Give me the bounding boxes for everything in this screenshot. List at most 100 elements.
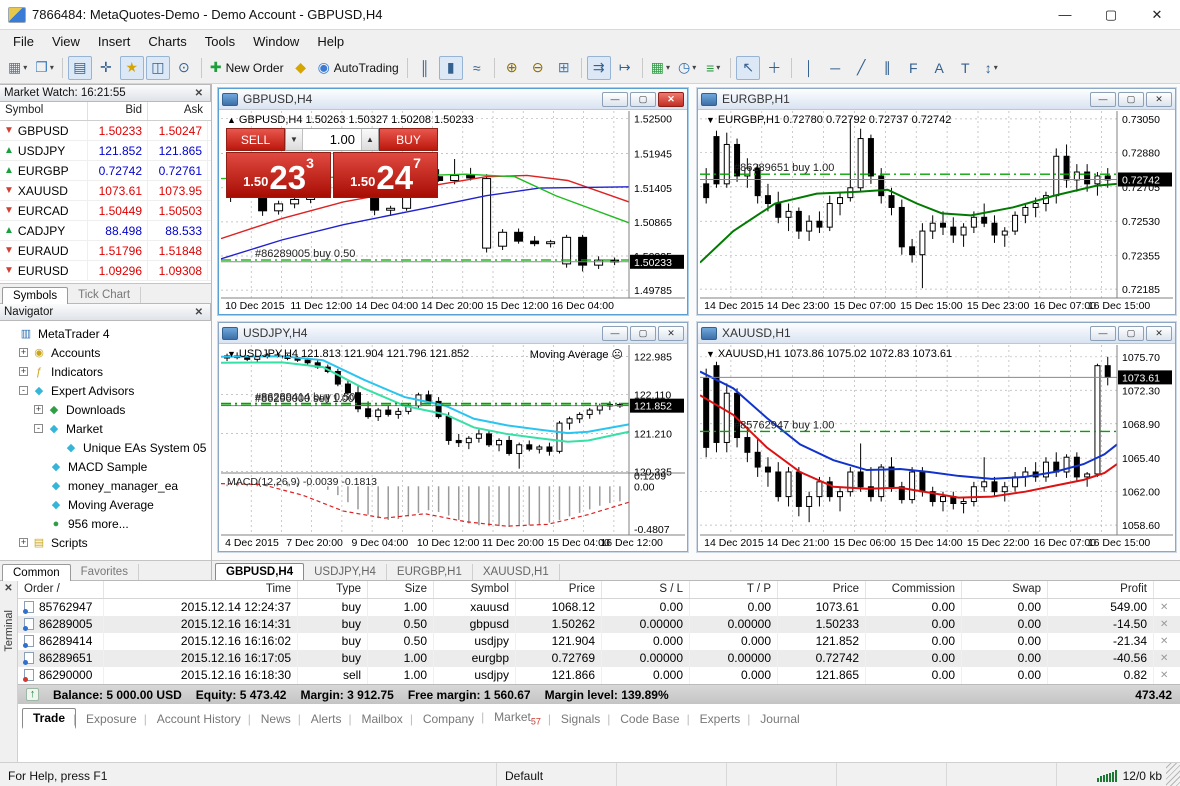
column-header-order-[interactable]: Order / xyxy=(18,581,104,598)
column-header-t-p[interactable]: T / P xyxy=(690,581,778,598)
market-watch-close-icon[interactable]: ✕ xyxy=(192,88,206,99)
templates-button[interactable]: ▦ ▾ xyxy=(648,56,673,80)
chart-close-icon[interactable]: ✕ xyxy=(658,325,684,341)
navigator-item-macd-sample[interactable]: ◆ MACD Sample xyxy=(4,457,211,476)
metaeditor-button[interactable]: ◆ xyxy=(289,56,313,80)
menu-insert[interactable]: Insert xyxy=(89,32,140,51)
candlestick-toggle[interactable]: ▮ xyxy=(438,55,463,80)
chart-minimize-icon[interactable]: — xyxy=(1090,91,1116,107)
chart-close-icon[interactable]: ✕ xyxy=(1146,91,1172,107)
chart-tab-usdjpy-h4[interactable]: USDJPY,H4 xyxy=(304,564,387,580)
chart-tab-eurgbp-h1[interactable]: EURGBP,H1 xyxy=(387,564,473,580)
navigator-item-downloads[interactable]: + ◆ Downloads xyxy=(4,400,211,419)
terminal-tab-mailbox[interactable]: Mailbox xyxy=(348,710,412,728)
status-profile[interactable]: Default xyxy=(497,763,617,786)
close-order-icon[interactable]: ✕ xyxy=(1154,653,1168,664)
column-header-s-l[interactable]: S / L xyxy=(602,581,690,598)
navigator-item-money-manager-ea[interactable]: ◆ money_manager_ea xyxy=(4,476,211,495)
menu-file[interactable]: File xyxy=(4,32,43,51)
arrows-button[interactable]: ↕ ▾ xyxy=(979,56,1003,80)
volume-input[interactable]: 1.00 xyxy=(303,129,361,150)
navigator-item-scripts[interactable]: + ▤ Scripts xyxy=(4,533,211,552)
chart-restore-icon[interactable]: ▢ xyxy=(1118,91,1144,107)
chart-minimize-icon[interactable]: — xyxy=(602,325,628,341)
bar-chart-toggle[interactable]: ║ xyxy=(413,56,437,80)
market-watch-row-cadjpy[interactable]: ▲ CADJPY 88.498 88.533 xyxy=(0,221,211,241)
close-order-icon[interactable]: ✕ xyxy=(1154,670,1168,681)
terminal-close-icon[interactable]: ✕ xyxy=(4,581,12,596)
chart-close-icon[interactable]: ✕ xyxy=(1146,325,1172,341)
zoom-out-button[interactable]: ⊖ xyxy=(526,56,550,80)
terminal-tab-account-history[interactable]: Account History xyxy=(144,710,251,728)
chart-window-eurgbp-titlebar[interactable]: EURGBP,H1 — ▢ ✕ xyxy=(698,89,1175,110)
column-header-symbol[interactable]: Symbol xyxy=(434,581,516,598)
column-header-commission[interactable]: Commission xyxy=(866,581,962,598)
line-chart-toggle[interactable]: ≈ xyxy=(465,56,489,80)
market-watch-row-eurgbp[interactable]: ▲ EURGBP 0.72742 0.72761 xyxy=(0,161,211,181)
menu-window[interactable]: Window xyxy=(244,32,308,51)
navigator-item-956-more-[interactable]: ● 956 more... xyxy=(4,514,211,533)
column-header-price[interactable]: Price xyxy=(516,581,602,598)
chart-canvas-eurgbp[interactable]: #86289651 buy 1.00 0.73050 0.72880 0.72705 0… xyxy=(700,111,1173,312)
expand-icon[interactable]: + xyxy=(19,538,28,547)
terminal-tab-alerts[interactable]: Alerts xyxy=(298,710,352,728)
collapse-icon[interactable]: - xyxy=(34,424,43,433)
periods-button[interactable]: ◷ ▾ xyxy=(675,56,699,80)
terminal-tab-news[interactable]: News xyxy=(248,710,301,728)
column-header-swap[interactable]: Swap xyxy=(962,581,1048,598)
expand-icon[interactable]: + xyxy=(19,348,28,357)
tab-common[interactable]: Common xyxy=(2,564,71,581)
close-order-icon[interactable]: ✕ xyxy=(1154,619,1168,630)
menu-tools[interactable]: Tools xyxy=(196,32,244,51)
chart-canvas-xauusd[interactable]: #85762947 buy 1.00 1075.70 1072.30 1068.90 1… xyxy=(700,345,1173,549)
chart-tab-gbpusd-h4[interactable]: GBPUSD,H4 xyxy=(215,563,305,580)
tab-favorites[interactable]: Favorites xyxy=(71,564,139,580)
chart-restore-icon[interactable]: ▢ xyxy=(630,325,656,341)
column-header-profit[interactable]: Profit xyxy=(1048,581,1154,598)
order-row-86289651[interactable]: 86289651 2015.12.16 16:17:05 buy 1.00 eurgbp… xyxy=(18,650,1180,667)
terminal-tab-journal[interactable]: Journal xyxy=(747,710,809,728)
tile-windows-button[interactable]: ⊞ xyxy=(552,56,576,80)
navigator-item-metatrader-4[interactable]: ▥ MetaTrader 4 xyxy=(4,324,211,343)
market-watch-row-eurusd[interactable]: ▼ EURUSD 1.09296 1.09308 xyxy=(0,261,211,281)
navigator-item-expert-advisors[interactable]: - ◆ Expert Advisors xyxy=(4,381,211,400)
navigator-item-market[interactable]: - ◆ Market xyxy=(4,419,211,438)
chart-minimize-icon[interactable]: — xyxy=(602,91,628,107)
market-watch-row-gbpusd[interactable]: ▼ GBPUSD 1.50233 1.50247 xyxy=(0,121,211,141)
terminal-tab-code-base[interactable]: Code Base xyxy=(607,710,689,728)
fibonacci-button[interactable]: F xyxy=(901,56,925,80)
navigator-item-moving-average[interactable]: ◆ Moving Average xyxy=(4,495,211,514)
navigator-item-accounts[interactable]: + ◉ Accounts xyxy=(4,343,211,362)
menu-view[interactable]: View xyxy=(43,32,89,51)
order-row-86289005[interactable]: 86289005 2015.12.16 16:14:31 buy 0.50 gbpusd… xyxy=(18,616,1180,633)
terminal-tab-market[interactable]: Market57 xyxy=(481,708,551,728)
terminal-toggle[interactable]: ◫ xyxy=(145,55,170,80)
volume-up-icon[interactable]: ▲ xyxy=(361,129,378,150)
data-window-toggle[interactable]: ✛ xyxy=(94,56,118,80)
label-button[interactable]: T xyxy=(953,56,977,80)
terminal-tab-exposure[interactable]: Exposure xyxy=(73,710,147,728)
cursor-button[interactable]: ↖ xyxy=(736,55,761,80)
channel-button[interactable]: ∥ xyxy=(875,56,899,80)
navigator-item-unique-eas-system-05[interactable]: ◆ Unique EAs System 05 xyxy=(4,438,211,457)
new-order-button[interactable]: ✚ New Order xyxy=(207,56,287,80)
chart-shift-toggle[interactable]: ↦ xyxy=(613,56,637,80)
buy-price-panel[interactable]: 1.50 24 7 xyxy=(333,152,438,198)
order-row-86289414[interactable]: 86289414 2015.12.16 16:16:02 buy 0.50 usdjpy… xyxy=(18,633,1180,650)
column-header-time[interactable]: Time xyxy=(104,581,298,598)
market-watch-row-usdjpy[interactable]: ▲ USDJPY 121.852 121.865 xyxy=(0,141,211,161)
collapse-icon[interactable]: - xyxy=(19,386,28,395)
market-watch-row-xauusd[interactable]: ▼ XAUUSD 1073.61 1073.95 xyxy=(0,181,211,201)
chart-restore-icon[interactable]: ▢ xyxy=(1118,325,1144,341)
expand-icon[interactable]: + xyxy=(19,367,28,376)
zoom-in-button[interactable]: ⊕ xyxy=(500,56,524,80)
close-order-icon[interactable]: ✕ xyxy=(1154,602,1168,613)
volume-down-icon[interactable]: ▼ xyxy=(286,129,303,150)
crosshair-button[interactable]: ＋ xyxy=(762,56,786,80)
navigator-toggle[interactable]: ★ xyxy=(119,55,144,80)
column-header-size[interactable]: Size xyxy=(368,581,434,598)
market-watch-toggle[interactable]: ▤ xyxy=(67,55,92,80)
hline-button[interactable]: ─ xyxy=(823,56,847,80)
column-header-type[interactable]: Type xyxy=(298,581,368,598)
column-header-price[interactable]: Price xyxy=(778,581,866,598)
